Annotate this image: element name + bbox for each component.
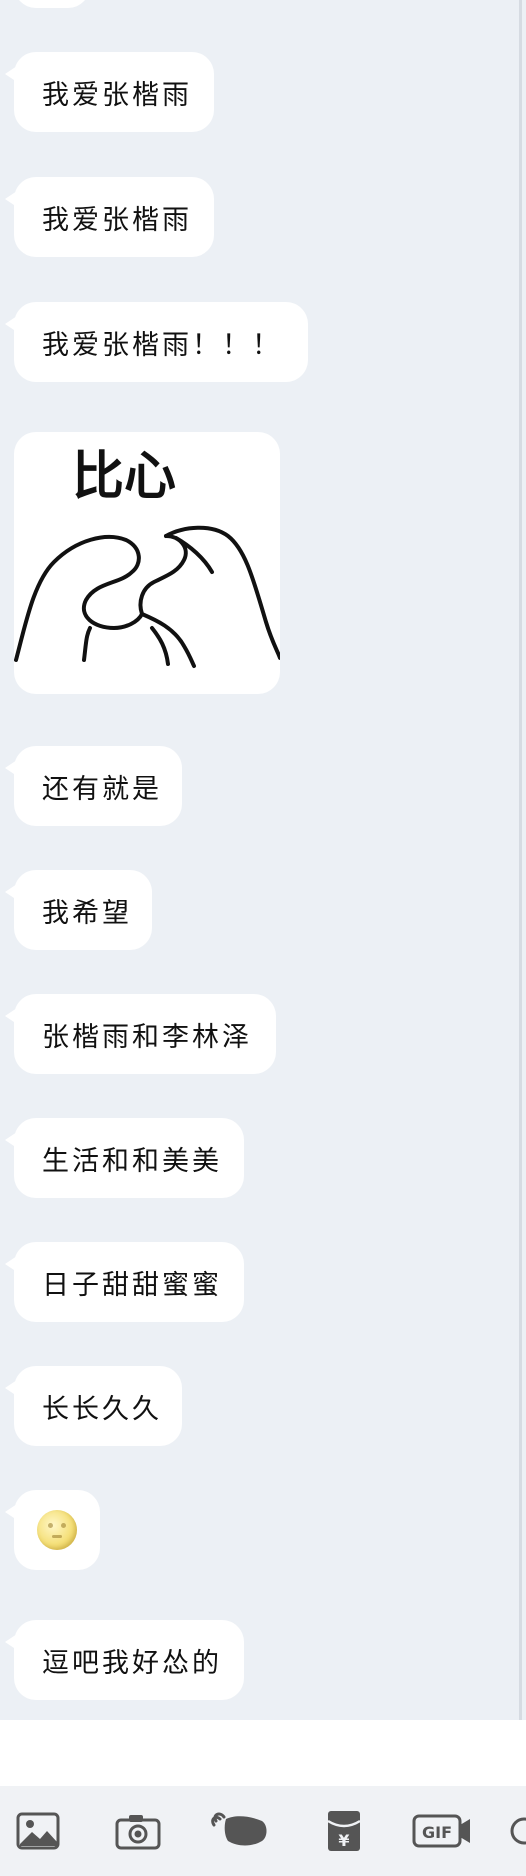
message-bubble[interactable]: 日子甜甜蜜蜜 — [5, 1242, 244, 1322]
message-text: 我爱张楷雨 — [42, 204, 192, 236]
message-bubble[interactable]: 长长久久 — [5, 1366, 182, 1446]
chat-toolbar: ¥ GIF — [0, 1786, 526, 1876]
heart-hands-icon: 比心 — [14, 447, 280, 668]
yen-label: ¥ — [338, 1831, 349, 1850]
red-packet-icon: ¥ — [327, 1811, 361, 1851]
gif-label: GIF — [422, 1823, 452, 1842]
gif-icon: GIF — [412, 1814, 470, 1848]
message-text: 还有就是 — [42, 773, 162, 805]
message-bubble[interactable]: 生活和和美美 — [5, 1118, 244, 1198]
chat-area: 我爱张楷雨 我爱张楷雨 我爱张楷雨！！！ 比心 还有就是 我希望 张楷雨和李林泽 — [0, 0, 526, 1720]
message-text: 长长久久 — [42, 1393, 162, 1425]
more-button[interactable] — [506, 1786, 526, 1876]
message-bubble[interactable]: 还有就是 — [5, 746, 182, 826]
message-text: 日子甜甜蜜蜜 — [42, 1269, 222, 1301]
message-bubble[interactable]: 逗吧我好怂的 — [5, 1620, 244, 1700]
message-text: 张楷雨和李林泽 — [42, 1021, 252, 1053]
red-packet-button[interactable]: ¥ — [314, 1786, 374, 1876]
message-text: 生活和和美美 — [42, 1145, 222, 1177]
partial-icon — [510, 1817, 526, 1845]
voice-button[interactable] — [208, 1786, 272, 1876]
message-bubble[interactable]: 张楷雨和李林泽 — [5, 994, 276, 1074]
gif-button[interactable]: GIF — [408, 1786, 478, 1876]
message-text: 我爱张楷雨！！！ — [42, 329, 282, 361]
moon-face-emoji — [37, 1510, 77, 1550]
message-text: 我希望 — [42, 897, 132, 929]
heart-hands-sticker[interactable]: 比心 — [14, 432, 280, 694]
message-bubble[interactable]: 我爱张楷雨 — [5, 177, 214, 257]
message-bubble[interactable] — [5, 1490, 100, 1570]
message-bubble-partial — [14, 0, 90, 8]
message-bubble[interactable]: 我希望 — [5, 870, 152, 950]
image-icon — [16, 1812, 60, 1850]
camera-button[interactable] — [108, 1786, 168, 1876]
message-text: 逗吧我好怂的 — [42, 1647, 222, 1679]
message-input[interactable] — [0, 1720, 526, 1786]
image-button[interactable] — [8, 1786, 68, 1876]
scroll-edge — [519, 0, 522, 1720]
message-text: 我爱张楷雨 — [42, 79, 192, 111]
voice-icon — [211, 1812, 267, 1846]
camera-icon — [115, 1815, 161, 1850]
message-bubble[interactable]: 我爱张楷雨 — [5, 52, 214, 132]
message-bubble[interactable]: 我爱张楷雨！！！ — [5, 302, 308, 382]
sticker-caption: 比心 — [72, 447, 176, 507]
